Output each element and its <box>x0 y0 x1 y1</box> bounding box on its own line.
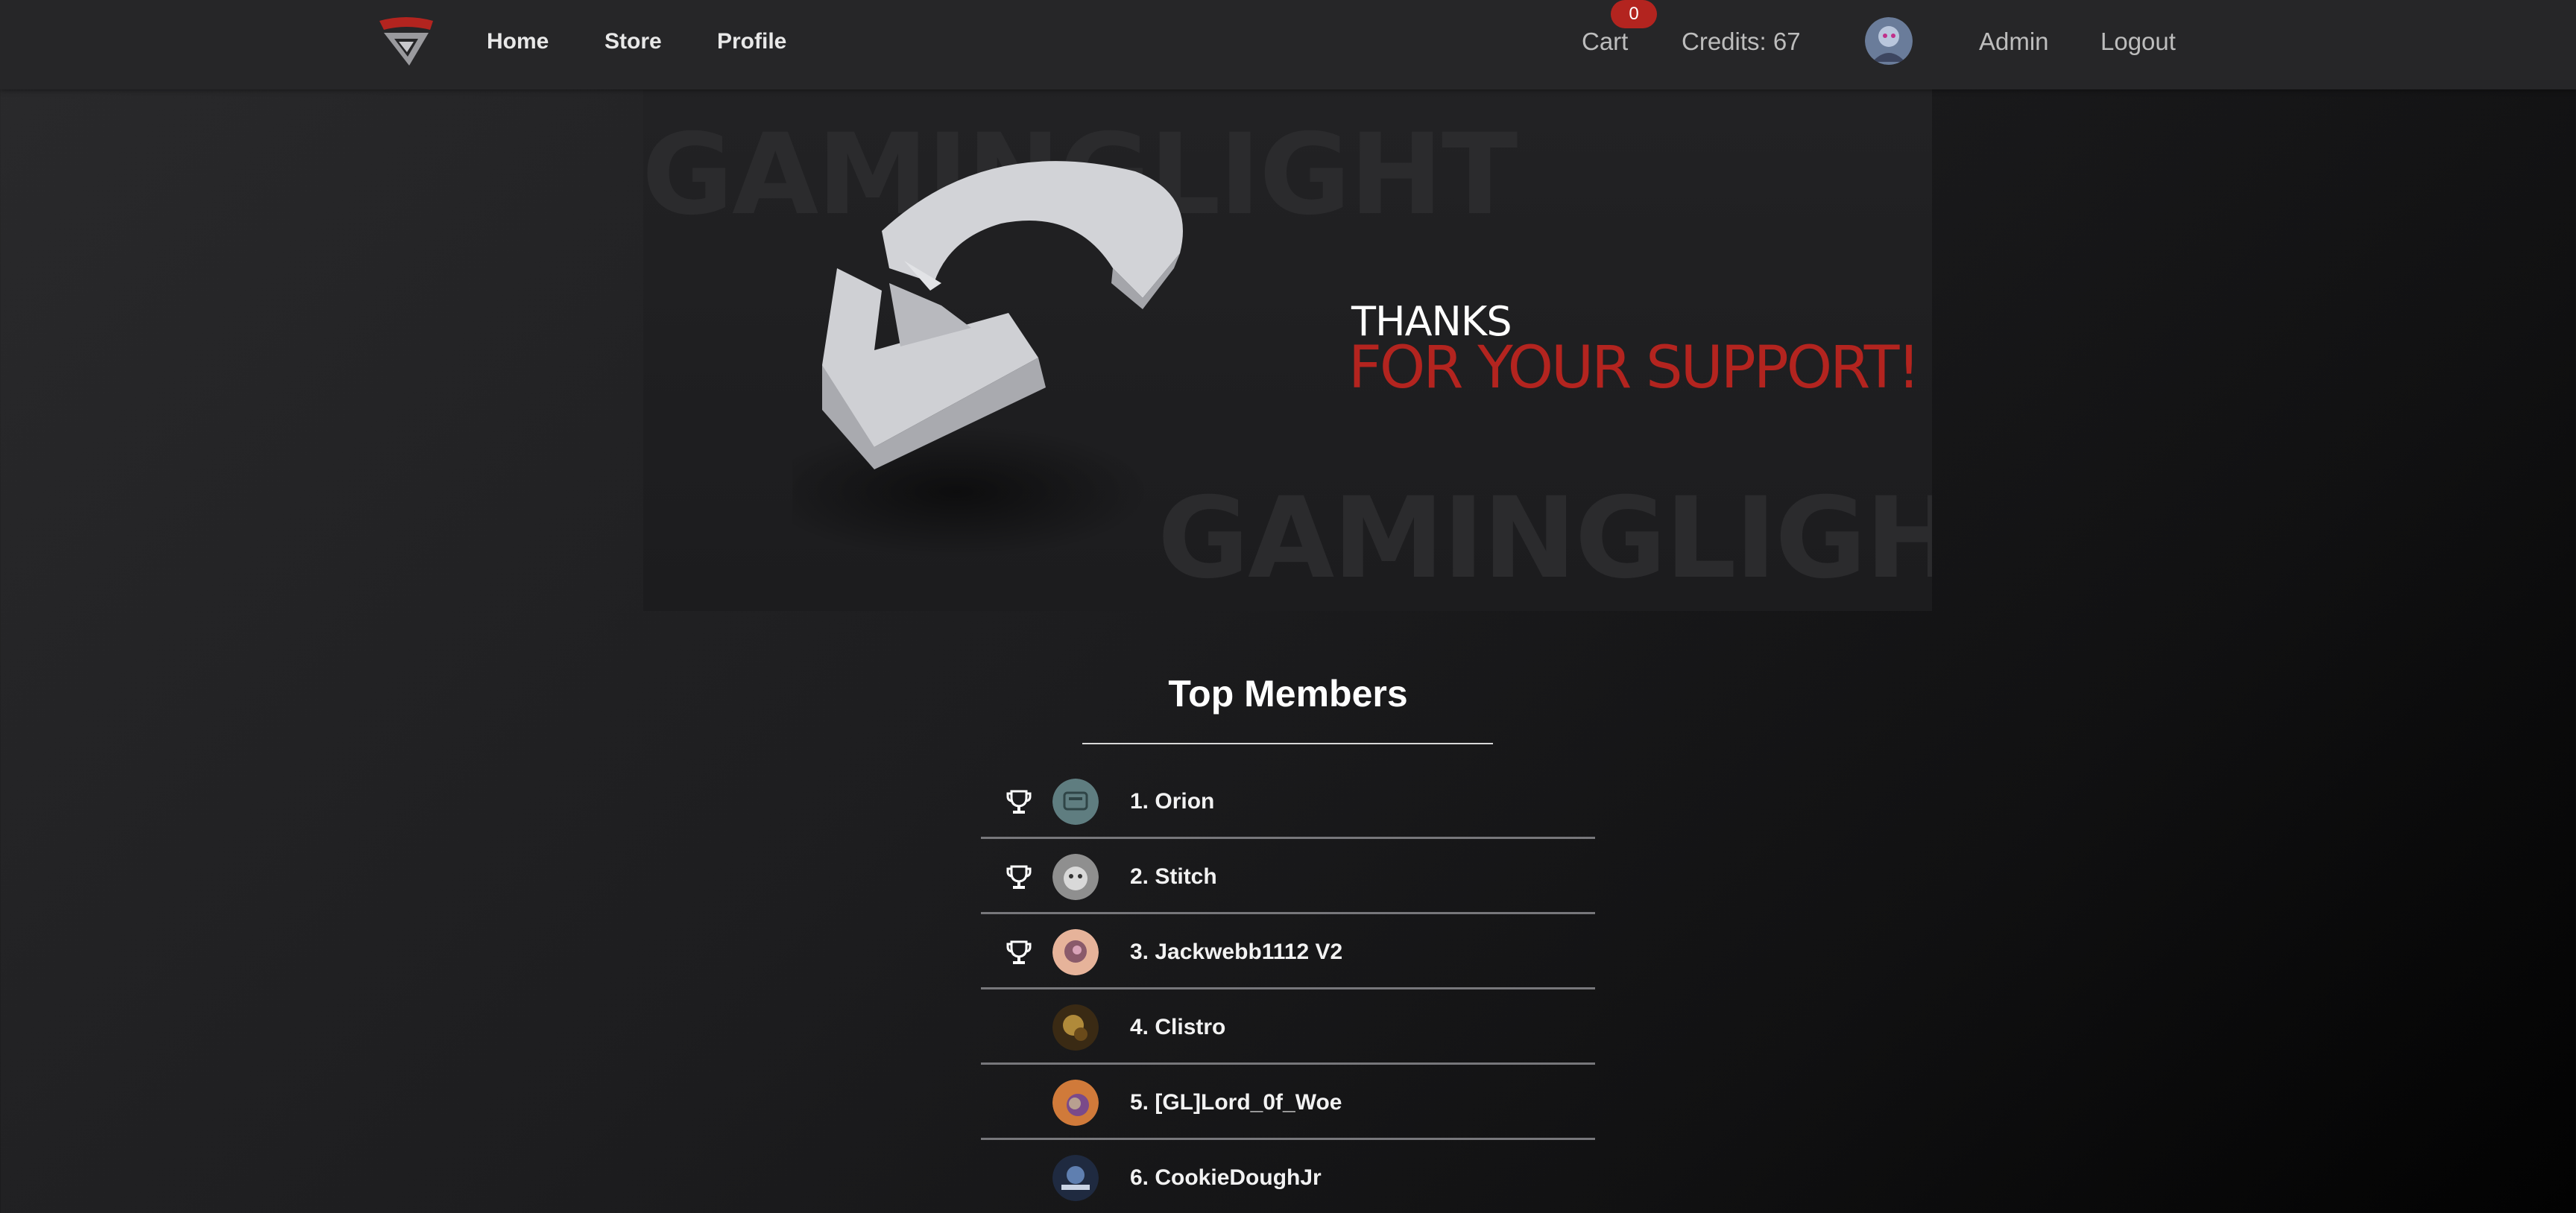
member-avatar <box>1052 1155 1099 1201</box>
member-name: 1. Orion <box>1130 789 1215 814</box>
cart-count-badge: 0 <box>1611 0 1657 28</box>
nav-store-link[interactable]: Store <box>604 27 662 57</box>
gaminglight-logo-icon[interactable] <box>376 15 436 69</box>
banner-watermark-bottom: GAMINGLIGHT <box>1158 474 1932 604</box>
banner-support-text: FOR YOUR SUPPORT! <box>1348 335 1921 402</box>
trophy-icon <box>1006 940 1032 966</box>
gaminglight-3d-logo <box>763 142 1269 566</box>
member-row-1[interactable]: 1. Orion <box>981 764 1595 839</box>
trophy-icon <box>1006 789 1032 816</box>
top-members-list: 1. Orion 2. Stitch 3. Jackwebb1112 V2 4.… <box>981 764 1595 1213</box>
member-avatar <box>1052 779 1099 825</box>
member-row-3[interactable]: 3. Jackwebb1112 V2 <box>981 914 1595 989</box>
top-navbar: Home Store Profile Cart 0 Credits: 67 Ad… <box>0 0 2576 89</box>
member-name: 2. Stitch <box>1130 864 1217 889</box>
cart-link[interactable]: Cart <box>1582 27 1628 57</box>
member-row-2[interactable]: 2. Stitch <box>981 839 1595 914</box>
member-name: 6. CookieDoughJr <box>1130 1165 1322 1190</box>
member-avatar <box>1052 1004 1099 1051</box>
user-avatar[interactable] <box>1865 17 1913 65</box>
top-members-title: Top Members <box>1168 673 1408 715</box>
member-avatar <box>1052 1080 1099 1126</box>
member-row-5[interactable]: 5. [GL]Lord_0f_Woe <box>981 1065 1595 1140</box>
nav-home-link[interactable]: Home <box>487 27 549 57</box>
title-underline <box>1082 743 1493 744</box>
thanks-banner: GAMINGLIGHT GAMINGLIGHT THANKS FOR YOUR … <box>643 89 1932 611</box>
member-name: 5. [GL]Lord_0f_Woe <box>1130 1090 1342 1115</box>
admin-link[interactable]: Admin <box>1979 27 2049 57</box>
member-row-6[interactable]: 6. CookieDoughJr <box>981 1140 1595 1213</box>
member-name: 3. Jackwebb1112 V2 <box>1130 940 1343 964</box>
member-avatar <box>1052 929 1099 975</box>
member-name: 4. Clistro <box>1130 1015 1226 1039</box>
member-row-4[interactable]: 4. Clistro <box>981 989 1595 1065</box>
nav-profile-link[interactable]: Profile <box>717 27 786 57</box>
credits-display: Credits: 67 <box>1682 28 1801 55</box>
member-avatar <box>1052 854 1099 900</box>
logout-link[interactable]: Logout <box>2100 27 2176 57</box>
trophy-icon <box>1006 864 1032 891</box>
